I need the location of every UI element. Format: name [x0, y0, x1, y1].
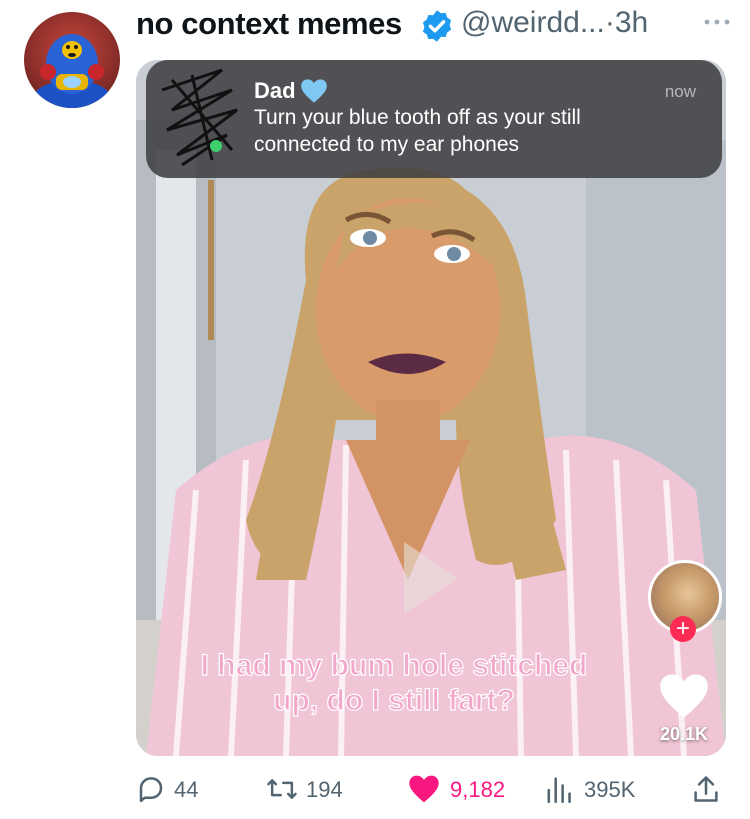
tweet-actions: 44 194 9,182 395K: [136, 770, 726, 810]
caption-line-1: I had my bum hole stitched: [200, 648, 588, 682]
follow-plus-icon[interactable]: +: [670, 616, 696, 642]
author-name[interactable]: no context memes: [136, 6, 402, 42]
views-icon: [547, 777, 571, 803]
repost-count: 194: [306, 777, 343, 802]
play-icon[interactable]: [400, 538, 462, 618]
blue-heart-icon: [301, 79, 327, 103]
meta-separator: ·: [604, 6, 615, 39]
scribbled-contact-photo: [161, 68, 238, 167]
like-icon: [409, 775, 439, 803]
tweet-header: no context memes @weirdd...·3h: [136, 6, 732, 50]
share-button[interactable]: [692, 774, 724, 806]
reply-count: 44: [174, 777, 199, 802]
share-icon: [694, 776, 718, 802]
author-meta: @weirdd...·3h: [461, 6, 648, 40]
verified-badge-icon: [422, 10, 452, 42]
reply-button[interactable]: 44: [136, 774, 236, 806]
notification-message: Turn your blue tooth off as your still c…: [254, 106, 581, 156]
notification-banner[interactable]: Dad now Turn your blue tooth off as your…: [146, 60, 722, 178]
video-like-icon[interactable]: [658, 672, 710, 720]
video-like-count: 20.1K: [659, 724, 709, 744]
author-avatar[interactable]: [24, 12, 120, 108]
views-button[interactable]: 395K: [544, 774, 654, 806]
gorilla-mascot-image: [32, 34, 112, 108]
repost-button[interactable]: 194: [266, 774, 366, 806]
video-caption: I had my bum hole stitched up, do I stil…: [174, 648, 614, 718]
like-button[interactable]: 9,182: [408, 774, 528, 806]
reply-icon: [139, 777, 163, 803]
author-handle[interactable]: @weirdd...: [461, 6, 605, 39]
more-icon[interactable]: [702, 16, 732, 28]
caption-line-2: up, do I still fart?: [273, 683, 516, 717]
like-count: 9,182: [450, 777, 506, 802]
post-time[interactable]: 3h: [615, 6, 648, 39]
repost-icon: [267, 779, 297, 799]
view-count: 395K: [584, 777, 636, 802]
video-media[interactable]: Dad now Turn your blue tooth off as your…: [136, 60, 726, 756]
notification-sender: Dad: [254, 78, 296, 103]
notification-time: now: [664, 82, 696, 101]
